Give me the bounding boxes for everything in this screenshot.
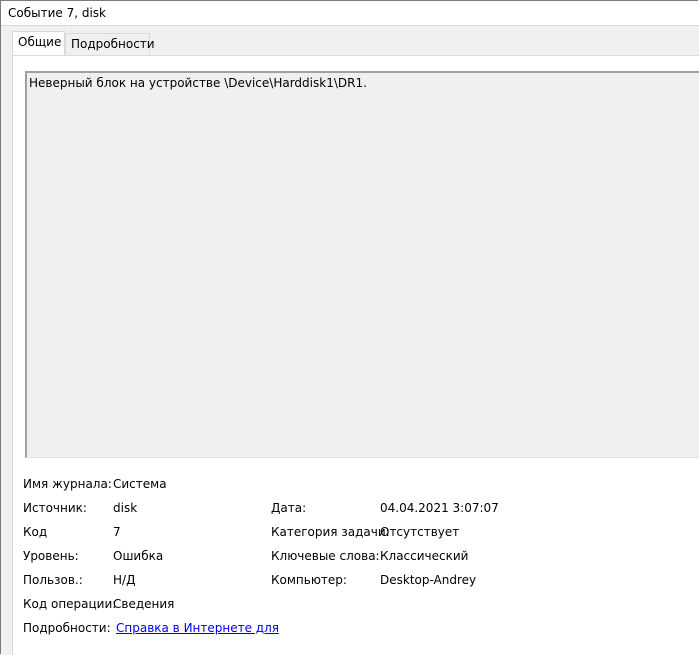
opcode-value: Сведения (113, 597, 175, 611)
tab-details-label: Подробности (71, 37, 155, 51)
level-value: Ошибка (113, 549, 164, 563)
task-category-label: Категория задачи: (271, 525, 390, 539)
event-description-box[interactable]: Неверный блок на устройстве \Device\Hard… (25, 71, 699, 458)
title-bar: Событие 7, disk (1, 1, 699, 26)
source-value: disk (113, 501, 138, 515)
date-value: 04.04.2021 3:07:07 (380, 501, 499, 515)
event-id-label: Код (23, 525, 48, 539)
level-label: Уровень: (23, 549, 79, 563)
online-help-link[interactable]: Справка в Интернете для (116, 621, 279, 635)
task-category-value: Отсутствует (380, 525, 460, 539)
event-id-value: 7 (113, 525, 121, 539)
tab-details[interactable]: Подробности (65, 33, 155, 54)
event-description-text: Неверный блок на устройстве \Device\Hard… (29, 76, 367, 90)
log-name-label: Имя журнала: (23, 477, 112, 491)
keywords-label: Ключевые слова: (271, 549, 380, 563)
computer-label: Компьютер: (271, 573, 347, 587)
more-info-label: Подробности: (23, 621, 111, 635)
tab-general-label: Общие (18, 35, 62, 49)
source-label: Источник: (23, 501, 87, 515)
opcode-label: Код операции: (23, 597, 117, 611)
user-label: Пользов.: (23, 573, 83, 587)
computer-value: Desktop-Andrey (380, 573, 477, 587)
window-title: Событие 7, disk (8, 6, 106, 20)
date-label: Дата: (271, 501, 307, 515)
user-value: Н/Д (113, 573, 136, 587)
keywords-value: Классический (380, 549, 469, 563)
log-name-value: Система (113, 477, 167, 491)
tab-general[interactable]: Общие (12, 31, 65, 55)
